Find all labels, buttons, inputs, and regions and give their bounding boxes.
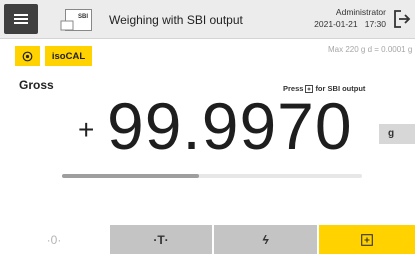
app-sbi-icon: SBI <box>60 9 92 31</box>
tare-button-label: ·T· <box>153 232 169 247</box>
zero-button-label: ·0· <box>46 232 62 247</box>
logout-arrow-icon[interactable] <box>393 9 411 29</box>
weight-sign: + <box>78 114 95 145</box>
tare-button[interactable]: ·T· <box>110 225 212 254</box>
user-name: Administrator <box>335 7 386 17</box>
softkey-bar: ·0· ·T· ϟ <box>0 225 415 254</box>
function-button[interactable]: ϟ <box>214 225 317 254</box>
unit-button[interactable]: g <box>379 124 415 144</box>
app-icon-label: SBI <box>78 14 88 20</box>
capacity-bar-fill <box>62 174 199 178</box>
print-button[interactable] <box>319 225 415 254</box>
iso-cal-badge[interactable]: isoCAL <box>45 46 92 66</box>
capacity-bar <box>62 174 362 178</box>
level-indicator[interactable] <box>15 46 40 66</box>
max-capacity-info: Max 220 g d = 0.0001 g <box>328 45 413 54</box>
leveling-target-icon <box>22 51 33 61</box>
page-title: Weighing with SBI output <box>109 13 243 27</box>
lightning-icon: ϟ <box>262 232 269 247</box>
menu-button[interactable] <box>4 4 38 34</box>
header-bar: SBI Weighing with SBI output Administrat… <box>0 0 415 39</box>
zero-button[interactable]: ·0· <box>0 225 108 254</box>
date-time: 2021-01-21 17:30 <box>314 19 386 29</box>
gross-label: Gross <box>19 78 54 92</box>
hamburger-menu-icon <box>14 14 28 16</box>
print-icon <box>361 233 373 246</box>
user-info: Administrator 2021-01-21 17:30 <box>314 6 386 30</box>
weight-value: 99.9970 <box>107 89 353 163</box>
